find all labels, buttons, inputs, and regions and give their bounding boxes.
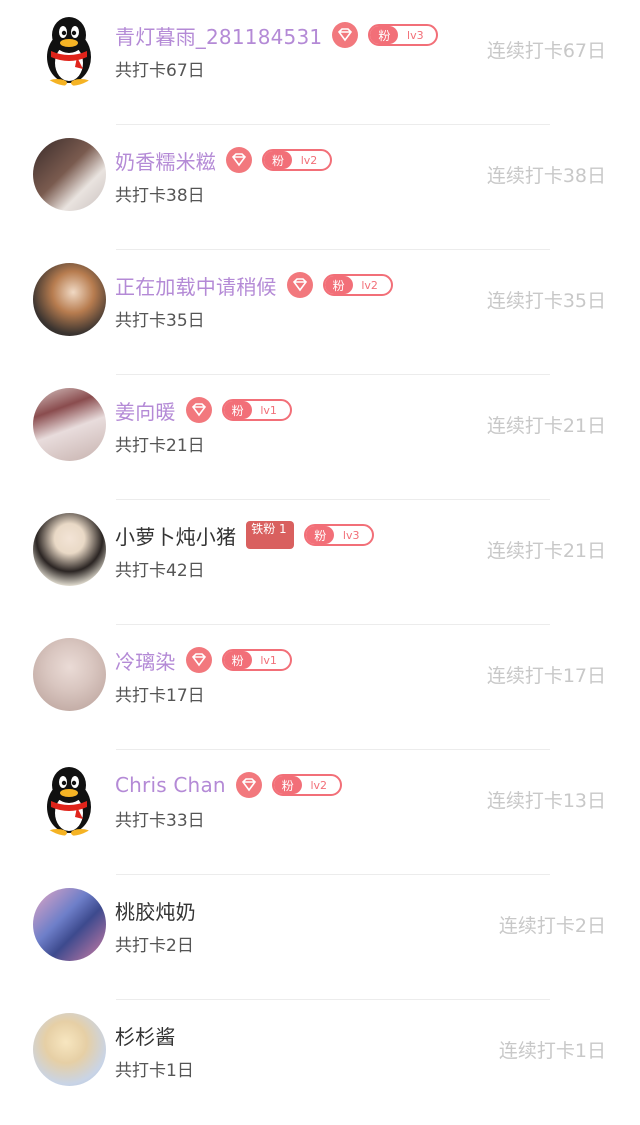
level-label: lv3 [342,528,360,542]
level-label: lv1 [260,653,277,667]
streak-checkins: 连续打卡38日 [486,165,606,187]
avatar[interactable] [33,513,106,586]
streak-checkins: 连续打卡21日 [486,415,606,437]
fan-label: 粉 [370,26,399,44]
total-checkins: 共打卡2日 [115,936,194,956]
checkin-ranking-list: 青灯暮雨_281184531 粉 lv3 共打卡67日 连续打卡67日 奶香糯米… [0,0,640,1089]
total-checkins: 共打卡67日 [115,61,205,81]
name-line: 姜向暖 粉 lv1 [115,395,292,425]
list-item[interactable]: 杉杉酱 共打卡1日 连续打卡1日 [0,1000,640,1125]
diamond-icon [226,147,252,173]
avatar[interactable] [33,888,106,961]
total-checkins: 共打卡17日 [115,686,205,706]
fan-level-badge: 粉 lv1 [221,399,292,421]
streak-checkins: 连续打卡13日 [486,790,606,812]
list-item[interactable]: 小萝卜炖小猪 铁粉 1 粉 lv3 共打卡42日 连续打卡21日 [0,500,640,625]
qq-penguin-icon [47,767,91,836]
name-line: 青灯暮雨_281184531 粉 lv3 [115,20,439,50]
list-item[interactable]: Chris Chan 粉 lv2 共打卡33日 连续打卡13日 [0,750,640,875]
name-line: 冷璃染 粉 lv1 [115,645,292,675]
name-line: 正在加载中请稍候 粉 lv2 [115,270,393,300]
fan-label: 粉 [324,276,353,294]
list-item[interactable]: 奶香糯米糍 粉 lv2 共打卡38日 连续打卡38日 [0,125,640,250]
user-name[interactable]: 小萝卜炖小猪 [115,521,236,550]
level-label: lv2 [300,153,318,167]
iron-fan-badge: 铁粉 1 [246,521,295,549]
streak-checkins: 连续打卡67日 [486,40,606,62]
diamond-icon [235,772,262,798]
name-line: 桃胶炖奶 [115,895,196,925]
avatar[interactable] [33,13,106,86]
user-name[interactable]: 正在加载中请稍候 [115,271,277,300]
user-name[interactable]: 青灯暮雨_281184531 [115,21,322,50]
level-label: lv2 [310,778,328,792]
list-item[interactable]: 正在加载中请稍候 粉 lv2 共打卡35日 连续打卡35日 [0,250,640,375]
diamond-icon [185,647,212,673]
user-name[interactable]: 奶香糯米糍 [115,146,216,175]
avatar[interactable] [33,1013,106,1086]
fan-label: 粉 [264,151,292,169]
fan-level-badge: 粉 lv2 [271,774,342,796]
level-label: lv3 [407,28,424,42]
streak-checkins: 连续打卡17日 [486,665,606,687]
total-checkins: 共打卡21日 [115,436,205,456]
level-label: lv2 [361,278,378,292]
fan-level-badge: 粉 lv1 [221,649,292,671]
user-name[interactable]: 冷璃染 [115,646,176,675]
avatar[interactable] [33,388,106,461]
total-checkins: 共打卡35日 [115,311,205,331]
total-checkins: 共打卡33日 [115,811,205,831]
list-item[interactable]: 冷璃染 粉 lv1 共打卡17日 连续打卡17日 [0,625,640,750]
total-checkins: 共打卡1日 [115,1061,194,1081]
fan-level-badge: 粉 lv3 [368,24,439,46]
fan-level-badge: 粉 lv2 [262,149,332,171]
avatar[interactable] [33,638,106,711]
user-name[interactable]: 姜向暖 [115,396,176,425]
avatar[interactable] [33,763,106,836]
diamond-icon [185,397,212,423]
avatar[interactable] [33,138,106,211]
streak-checkins: 连续打卡21日 [486,540,606,562]
fan-level-badge: 粉 lv3 [304,524,375,546]
total-checkins: 共打卡38日 [115,186,205,206]
diamond-icon [332,22,359,48]
fan-label: 粉 [273,776,302,794]
user-name[interactable]: 桃胶炖奶 [115,896,196,925]
streak-checkins: 连续打卡2日 [498,915,606,937]
fan-label: 粉 [223,401,252,419]
fan-label: 粉 [306,526,335,544]
fan-level-badge: 粉 lv2 [322,274,393,296]
list-item[interactable]: 青灯暮雨_281184531 粉 lv3 共打卡67日 连续打卡67日 [0,0,640,125]
avatar[interactable] [33,263,106,336]
diamond-icon [286,272,313,298]
streak-checkins: 连续打卡1日 [498,1040,606,1062]
name-line: 杉杉酱 [115,1020,176,1050]
level-label: lv1 [260,403,277,417]
name-line: 奶香糯米糍 粉 lv2 [115,145,332,175]
name-line: Chris Chan 粉 lv2 [115,770,342,800]
qq-penguin-icon [47,17,91,86]
list-item[interactable]: 桃胶炖奶 共打卡2日 连续打卡2日 [0,875,640,1000]
fan-label: 粉 [223,651,252,669]
streak-checkins: 连续打卡35日 [486,290,606,312]
user-name[interactable]: 杉杉酱 [115,1021,176,1050]
user-name[interactable]: Chris Chan [115,773,226,797]
total-checkins: 共打卡42日 [115,561,205,581]
name-line: 小萝卜炖小猪 铁粉 1 粉 lv3 [115,520,375,550]
list-item[interactable]: 姜向暖 粉 lv1 共打卡21日 连续打卡21日 [0,375,640,500]
